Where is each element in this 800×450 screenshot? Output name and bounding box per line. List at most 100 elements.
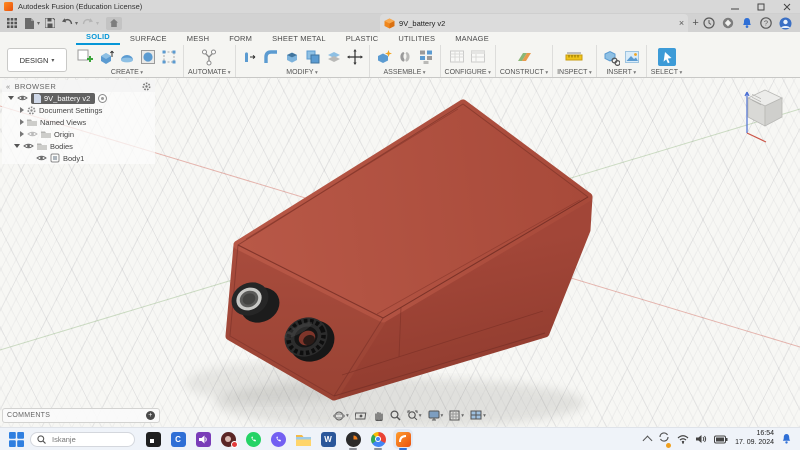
search-input[interactable] [50, 433, 124, 445]
group-inspect-label[interactable]: INSPECT [557, 69, 592, 76]
insert-derive-button[interactable] [601, 47, 621, 67]
tab-manage[interactable]: MANAGE [445, 32, 499, 45]
automate-button[interactable] [197, 47, 221, 67]
move-copy-button[interactable] [345, 47, 365, 67]
orbit-caret-icon[interactable]: ▾ [346, 413, 349, 419]
app-darkmode-icon[interactable] [145, 431, 161, 447]
zoom-tool[interactable] [390, 410, 401, 421]
group-modify-label[interactable]: MODIFY [286, 69, 318, 76]
select-button[interactable] [655, 47, 679, 67]
undo-caret-icon[interactable]: ▾ [75, 20, 78, 27]
insert-canvas-button[interactable] [622, 47, 642, 67]
viber-icon[interactable] [270, 431, 286, 447]
tree-row-document-settings[interactable]: Document Settings [2, 104, 155, 116]
group-assemble-label[interactable]: ASSEMBLE [384, 69, 426, 76]
document-settings-caret-icon[interactable] [20, 107, 24, 113]
group-select-label[interactable]: SELECT [651, 69, 683, 76]
body1-visibility-eye-icon[interactable] [36, 154, 47, 162]
new-tab-button[interactable]: + [688, 15, 703, 31]
comments-bar[interactable]: COMMENTS + [2, 408, 160, 423]
redo-button[interactable] [81, 16, 95, 30]
construct-plane-button[interactable] [512, 47, 536, 67]
rigid-group-button[interactable] [416, 47, 436, 67]
workspace-selector[interactable]: DESIGN [7, 48, 67, 72]
origin-caret-icon[interactable] [20, 131, 24, 137]
group-configure-label[interactable]: CONFIGURE [445, 69, 491, 76]
measure-button[interactable] [562, 47, 586, 67]
display-settings-tool[interactable]: ▾ [428, 410, 444, 421]
tab-surface[interactable]: SURFACE [120, 32, 177, 45]
file-menu-caret-icon[interactable]: ▾ [37, 20, 40, 27]
loft-button[interactable] [138, 47, 158, 67]
chrome-icon[interactable] [370, 431, 386, 450]
data-panel-toggle-icon[interactable] [5, 16, 19, 30]
browser-settings-gear-icon[interactable] [142, 81, 151, 91]
active-component-chip[interactable]: 9V_battery v2 [31, 92, 96, 104]
whatsapp-icon[interactable] [245, 431, 261, 447]
fillet-button[interactable] [261, 47, 281, 67]
grid-caret-icon[interactable]: ▾ [461, 413, 464, 419]
tree-row-body1[interactable]: Body1 [2, 152, 155, 164]
add-comment-icon[interactable]: + [146, 411, 155, 420]
profile-avatar[interactable] [779, 17, 792, 30]
sketch-pattern-button[interactable] [159, 47, 179, 67]
bodies-visibility-eye-icon[interactable] [23, 142, 34, 150]
orbit-tool[interactable]: ▾ [333, 410, 349, 422]
maximize-button[interactable] [748, 0, 774, 13]
pan-tool[interactable] [373, 410, 384, 421]
tree-row-root[interactable]: 9V_battery v2 [2, 92, 155, 104]
document-tab[interactable]: 9V_battery v2 × [380, 14, 689, 32]
root-visibility-eye-icon[interactable] [17, 94, 28, 102]
wifi-icon[interactable] [677, 434, 689, 444]
bodies-expand-caret-icon[interactable] [14, 144, 20, 148]
app-dark-orange-icon[interactable] [345, 431, 361, 450]
tree-row-bodies[interactable]: Bodies [2, 140, 155, 152]
ms-word-icon[interactable]: W [320, 431, 336, 447]
view-cube[interactable] [744, 89, 783, 143]
viewports-tool[interactable]: ▾ [470, 410, 486, 421]
notification-bell-icon[interactable] [741, 17, 753, 29]
sync-update-icon[interactable] [658, 430, 672, 448]
tab-plastic[interactable]: PLASTIC [336, 32, 389, 45]
minimize-button[interactable] [722, 0, 748, 13]
root-expand-caret-icon[interactable] [8, 96, 14, 100]
battery-icon[interactable] [714, 435, 728, 444]
file-home-icon[interactable] [106, 16, 123, 30]
named-views-caret-icon[interactable] [20, 119, 24, 125]
tab-utilities[interactable]: UTILITIES [388, 32, 445, 45]
joint-button[interactable] [395, 47, 415, 67]
browser-collapse-icon[interactable]: « [6, 82, 11, 91]
tray-overflow-chevron-icon[interactable] [642, 435, 653, 446]
app-audio-speaker-icon[interactable] [195, 431, 211, 447]
tab-mesh[interactable]: MESH [177, 32, 219, 45]
new-component-button[interactable] [374, 47, 394, 67]
close-button[interactable] [774, 0, 800, 13]
save-button[interactable] [43, 16, 57, 30]
look-at-tool[interactable] [354, 411, 367, 421]
combine-button[interactable] [303, 47, 323, 67]
notifications-bell-icon[interactable] [781, 433, 792, 445]
undo-button[interactable] [60, 16, 74, 30]
display-caret-icon[interactable]: ▾ [441, 413, 444, 419]
group-construct-label[interactable]: CONSTRUCT [500, 69, 548, 76]
shell-button[interactable] [282, 47, 302, 67]
app-blue-c-icon[interactable]: C [170, 431, 186, 447]
activate-component-radio[interactable] [98, 93, 108, 103]
tab-form[interactable]: FORM [219, 32, 262, 45]
revolve-button[interactable] [117, 47, 137, 67]
app-mail-badge-icon[interactable] [220, 431, 238, 448]
split-body-button[interactable] [324, 47, 344, 67]
fit-caret-icon[interactable]: ▾ [419, 413, 422, 419]
origin-visibility-eye-icon[interactable] [27, 130, 38, 138]
viewports-caret-icon[interactable]: ▾ [483, 413, 486, 419]
group-create-label[interactable]: CREATE [111, 69, 143, 76]
grid-snaps-tool[interactable]: ▾ [449, 410, 464, 421]
press-pull-button[interactable] [240, 47, 260, 67]
tab-sheet-metal[interactable]: SHEET METAL [262, 32, 336, 45]
viewport-3d[interactable]: « BROWSER 9V_battery v2 Document Setting… [0, 78, 800, 427]
tree-row-origin[interactable]: Origin [2, 128, 155, 140]
help-icon[interactable]: ? [760, 17, 772, 29]
fit-tool[interactable]: ▾ [407, 410, 422, 421]
group-automate-label[interactable]: AUTOMATE [188, 69, 231, 76]
model-body1[interactable] [225, 99, 593, 401]
